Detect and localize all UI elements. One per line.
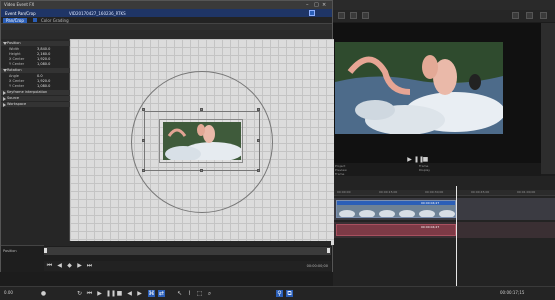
fx-titlebar[interactable]: Video Event FX – □ × [1, 1, 332, 9]
app-toolbar [332, 10, 555, 22]
expand-icon [3, 42, 7, 45]
ruler-mark: 00:00:00 [337, 190, 351, 194]
fx-header-bar: Event Pan/Crop VID20170427_160236_RTKS [1, 9, 332, 17]
tab-pan-crop[interactable]: Pan/Crop [3, 18, 27, 23]
window-controls: – □ × [306, 2, 330, 8]
preview-info-display: Display [419, 168, 431, 172]
preview-image [335, 42, 503, 134]
right-panel-scrollbar[interactable] [541, 23, 555, 174]
prop-label: Y Center [9, 62, 25, 66]
fx-header-file: VID20170427_160236_RTKS [69, 11, 126, 16]
next-frame-icon[interactable]: ▶ [136, 290, 143, 297]
video-event-fx-window: Video Event FX – □ × Event Pan/Crop VID2… [0, 0, 334, 272]
play-icon[interactable]: ▶ [96, 290, 103, 297]
prop-label: Y Center [9, 84, 25, 88]
add-keyframe-icon[interactable]: ◆ [66, 262, 73, 269]
handle-bottom-right[interactable] [257, 169, 260, 172]
audio-clip[interactable]: 00:00:04;27 [336, 224, 456, 236]
toolbar-button-6[interactable] [540, 12, 547, 19]
fx-timecode: 00:00:00;00 [306, 264, 328, 268]
video-clip-label: 00:00:04;27 [421, 201, 440, 205]
next-keyframe-icon[interactable]: ▶ [76, 262, 83, 269]
toolbar-button-2[interactable] [350, 12, 357, 19]
section-rotation[interactable]: Rotation [1, 68, 70, 73]
pause-icon[interactable]: ❚❚ [106, 290, 116, 297]
fx-keyframe-track[interactable] [44, 247, 331, 255]
prev-keyframe-icon[interactable]: ◀ [56, 262, 63, 269]
collapsed-icon [3, 97, 8, 101]
ruler-mark: 00:00:15;00 [379, 190, 398, 194]
fx-header-path: Event Pan/Crop [5, 11, 36, 16]
timeline-playhead[interactable] [456, 186, 457, 286]
close-icon[interactable]: × [322, 2, 326, 8]
canvas-image [163, 122, 241, 160]
selection-tool-icon[interactable]: ⬚ [196, 290, 203, 297]
video-clip[interactable]: 00:00:04;27 [336, 200, 456, 218]
minimize-icon[interactable]: – [306, 2, 309, 8]
ruler-mark: 00:01:00;00 [517, 190, 536, 194]
snap-icon[interactable]: ⌘ [148, 290, 155, 297]
handle-top-left[interactable] [142, 108, 145, 111]
section-workspace[interactable]: Workspace [1, 102, 70, 107]
audio-clip-label: 00:00:04;27 [421, 225, 440, 229]
fx-track-label: Position [3, 249, 17, 253]
collapsed-icon [3, 91, 8, 95]
keyframe-marker[interactable] [44, 248, 47, 253]
preview-info: Project Preview Frame Frame Display [333, 163, 541, 176]
preview-pause-icon[interactable]: ❚❚ [414, 156, 424, 163]
handle-left[interactable] [142, 139, 145, 142]
stop-icon[interactable]: ■ [116, 290, 123, 297]
handle-top[interactable] [200, 108, 203, 111]
section-position[interactable]: Position [1, 41, 70, 46]
rate-value: 0.00 [4, 290, 13, 295]
ignore-grouping-icon[interactable]: ⧉ [286, 290, 293, 297]
checkbox-icon[interactable] [33, 18, 37, 22]
ruler-mark: 00:00:30;00 [425, 190, 444, 194]
fx-window-title: Video Event FX [4, 2, 35, 7]
transport-timecode: 00:00:17;15 [500, 290, 525, 295]
toolbar-button-4[interactable] [512, 12, 519, 19]
handle-right[interactable] [257, 139, 260, 142]
prop-value[interactable]: 1,080.0 [37, 84, 50, 89]
first-keyframe-icon[interactable]: ⏮ [46, 262, 53, 269]
collapsed-icon [3, 103, 8, 107]
toolbar-button-1[interactable] [338, 12, 345, 19]
zoom-tool-icon[interactable]: ⌕ [206, 290, 213, 297]
toolbar-button-3[interactable] [362, 12, 369, 19]
preview-stop-icon[interactable]: ■ [422, 156, 429, 163]
toolbar-button-5[interactable] [526, 12, 533, 19]
transport-bar: 0.00 ● ↻ ⏮ ▶ ❚❚ ■ ◀ ▶ ⌘ ⇄ ↖ ⌇ ⬚ ⌕ ⚲ ⧉ 00… [0, 286, 555, 300]
loop-icon[interactable]: ↻ [76, 290, 83, 297]
fx-keyframe-controls: ⏮ ◀ ◆ ▶ ⏭ [44, 261, 331, 271]
fx-properties-panel: Position Width 3,840.0 Height 2,160.0 X … [1, 39, 70, 245]
auto-ripple-icon[interactable]: ⇄ [158, 290, 165, 297]
tab-color-grading[interactable]: Color Grading [41, 18, 69, 23]
fx-subtoolbar [1, 24, 332, 30]
maximize-icon[interactable]: □ [314, 2, 319, 8]
section-source[interactable]: Source [1, 96, 70, 101]
expand-icon [3, 69, 7, 72]
keyframe-marker[interactable] [327, 248, 330, 253]
preview-play-icon[interactable]: ▶ [406, 156, 413, 163]
section-keyframe-interpolation[interactable]: Keyframe interpolation [1, 90, 70, 95]
lock-envelopes-icon[interactable]: ⚲ [276, 290, 283, 297]
prev-frame-icon[interactable]: ◀ [126, 290, 133, 297]
prop-value[interactable]: 1,080.0 [37, 62, 50, 67]
timeline-ruler[interactable]: 00:00:00 00:00:15;00 00:00:30;00 00:00:4… [333, 190, 555, 196]
handle-bottom[interactable] [200, 169, 203, 172]
handle-bottom-left[interactable] [142, 169, 145, 172]
play-from-start-icon[interactable]: ⏮ [86, 290, 93, 297]
preview-controls: ▶ ❚❚ ■ [400, 156, 440, 163]
normal-edit-tool-icon[interactable]: ↖ [176, 290, 183, 297]
handle-top-right[interactable] [257, 108, 260, 111]
prop-row[interactable]: Y Center 1,080.0 [7, 62, 67, 67]
envelope-tool-icon[interactable]: ⌇ [186, 290, 193, 297]
fx-tabs: Pan/Crop Color Grading [1, 17, 332, 24]
ruler-mark: 00:00:45;00 [471, 190, 490, 194]
last-keyframe-icon[interactable]: ⏭ [86, 262, 93, 269]
record-icon[interactable]: ● [40, 290, 47, 297]
fx-timeline-ruler[interactable] [44, 241, 331, 246]
fx-header-toggle-icon[interactable] [309, 10, 315, 16]
prop-row[interactable]: Y Center 1,080.0 [7, 84, 67, 89]
